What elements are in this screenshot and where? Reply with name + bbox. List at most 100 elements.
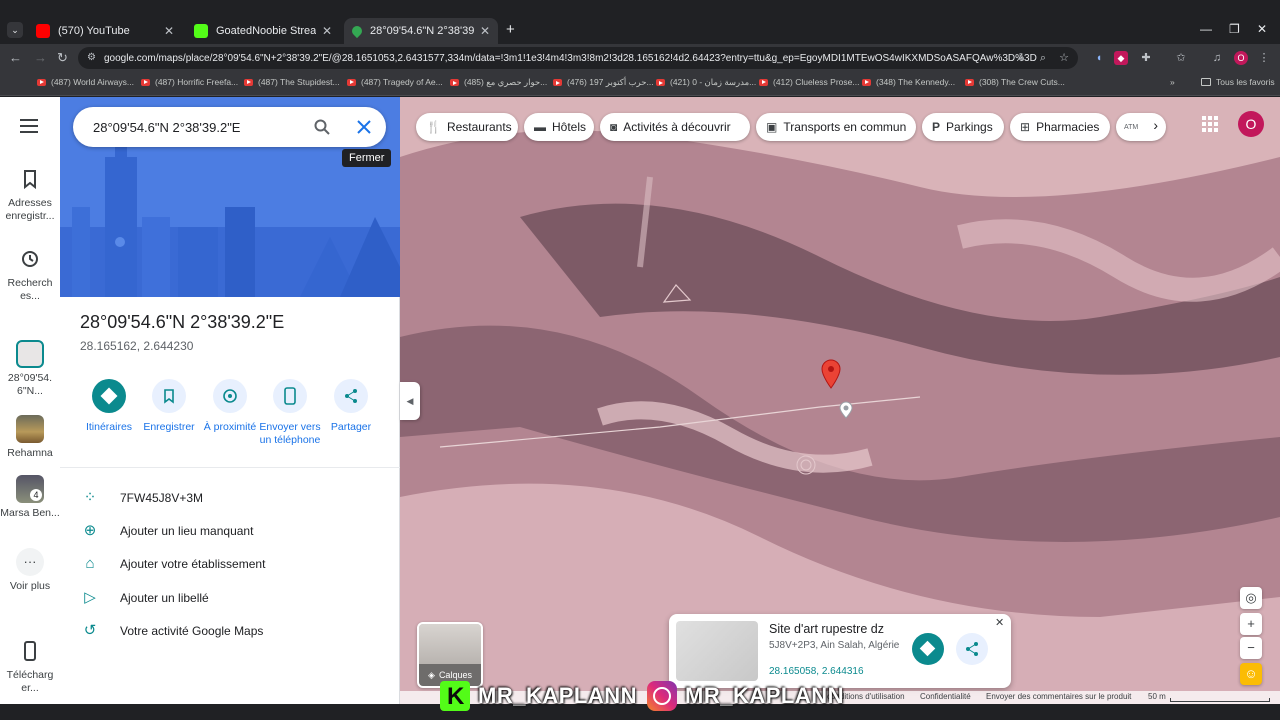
site-info-icon[interactable]: ⚙ bbox=[87, 52, 96, 63]
zoom-out-icon[interactable]: − bbox=[1240, 637, 1262, 659]
poi-marker-icon[interactable] bbox=[838, 401, 854, 419]
profile-avatar[interactable]: O bbox=[1234, 51, 1248, 65]
close-window-icon[interactable]: ✕ bbox=[1257, 22, 1267, 36]
rail-recent[interactable]: Recherch es... bbox=[0, 245, 60, 303]
share-button[interactable]: Partager bbox=[319, 379, 383, 434]
chip-label: Activités à découvrir bbox=[623, 120, 731, 134]
media-icon[interactable]: ♫ bbox=[1210, 51, 1224, 65]
parking-icon: P bbox=[932, 120, 941, 134]
rail-recent-place-1[interactable]: 28°09'54. 6"N... bbox=[0, 340, 60, 398]
forward-icon[interactable]: → bbox=[34, 50, 47, 65]
address-bar[interactable]: ⚙ google.com/maps/place/28°09'54.6"N+2°3… bbox=[78, 47, 1078, 69]
apps-grid-icon[interactable] bbox=[1202, 116, 1218, 132]
my-location-icon[interactable]: ◎ bbox=[1240, 587, 1262, 609]
satellite-map[interactable]: 🍴 Restaurants ▬ Hôtels ◙ Activités à découv… bbox=[400, 97, 1280, 704]
place-coordinates: 28.165162, 2.644230 bbox=[80, 339, 194, 353]
youtube-icon bbox=[37, 78, 46, 86]
card-title: Site d'art rupestre dz bbox=[769, 622, 884, 636]
bookmark-item[interactable]: (487) The Stupidest... bbox=[244, 77, 340, 87]
reload-icon[interactable]: ↻ bbox=[57, 50, 68, 66]
bookmark-label: (487) World Airways... bbox=[51, 77, 134, 87]
bookmark-item[interactable]: (485) حوار حصري مع... bbox=[450, 77, 547, 88]
extensions-puzzle-icon[interactable]: ✚ bbox=[1139, 51, 1153, 65]
tab-youtube[interactable]: (570) YouTube ✕ bbox=[28, 18, 182, 44]
bookmark-item[interactable]: (476) حرب أكتوبر 197... bbox=[553, 77, 654, 88]
bookmark-item[interactable]: (412) Clueless Prose... bbox=[759, 77, 859, 87]
all-bookmarks[interactable]: Tous les favoris bbox=[1201, 77, 1275, 87]
account-avatar[interactable]: O bbox=[1238, 111, 1264, 137]
chip-restaurants[interactable]: 🍴 Restaurants bbox=[416, 113, 518, 141]
streamer-overlay: K MR_KAPLANN MR_KAPLANN bbox=[440, 676, 844, 716]
install-app-icon[interactable]: ⇩ bbox=[1014, 51, 1028, 65]
close-icon[interactable] bbox=[356, 119, 372, 135]
close-icon[interactable]: ✕ bbox=[995, 616, 1004, 629]
close-icon[interactable]: ✕ bbox=[322, 24, 332, 38]
tab-kick[interactable]: GoatedNoobie Stream - Watch ✕ bbox=[186, 18, 340, 44]
directions-button[interactable]: Itinéraires bbox=[77, 379, 141, 434]
new-tab-icon[interactable]: + bbox=[506, 21, 515, 38]
tab-google-maps[interactable]: 28°09'54.6"N 2°38'39.2"E - Goo ✕ bbox=[344, 18, 498, 44]
action-label: Partager bbox=[330, 421, 372, 433]
back-icon[interactable]: ← bbox=[9, 50, 22, 65]
menu-icon[interactable] bbox=[20, 119, 38, 133]
save-button[interactable]: Enregistrer bbox=[137, 379, 201, 434]
privacy-link[interactable]: Confidentialité bbox=[920, 692, 971, 701]
place-thumbnail bbox=[676, 621, 758, 681]
chip-pharmacies[interactable]: ⊞ Pharmacies bbox=[1010, 113, 1110, 141]
nearby-button[interactable]: À proximité bbox=[198, 379, 262, 434]
plus-code-row[interactable]: ⁘ 7FW45J8V+3M bbox=[80, 488, 380, 508]
bookmark-item[interactable]: (487) Tragedy of Ae... bbox=[347, 77, 443, 87]
close-tooltip: Fermer bbox=[342, 149, 392, 167]
bookmarks-bar: (487) World Airways... (487) Horrific Fr… bbox=[0, 72, 1280, 96]
location-pin-icon[interactable] bbox=[820, 359, 842, 389]
feedback-link[interactable]: Envoyer des commentaires sur le produit bbox=[986, 692, 1131, 701]
rail-recent-place-3[interactable]: 4 Marsa Ben... bbox=[0, 475, 60, 520]
search-box[interactable]: 28°09'54.6"N 2°38'39.2"E bbox=[73, 107, 386, 147]
chip-hotels[interactable]: ▬ Hôtels bbox=[524, 113, 594, 141]
send-to-phone-button[interactable]: Envoyer vers un téléphone bbox=[258, 379, 322, 447]
add-missing-place-row[interactable]: ⊕ Ajouter un lieu manquant bbox=[80, 521, 380, 541]
extension-icon[interactable]: ◖ bbox=[1092, 51, 1106, 65]
bookmark-item[interactable]: (421) مدرسة زمان - 0... bbox=[656, 77, 756, 88]
pegman-icon[interactable]: ☺ bbox=[1240, 663, 1262, 685]
maps-activity-row[interactable]: ↺ Votre activité Google Maps bbox=[80, 621, 380, 641]
bookmark-item[interactable]: (308) The Crew Cuts... bbox=[965, 77, 1065, 87]
rail-recent-place-2[interactable]: Rehamna bbox=[0, 415, 60, 460]
bookmark-manager-icon[interactable]: ✩ bbox=[1174, 51, 1188, 65]
youtube-icon bbox=[553, 79, 562, 86]
chip-parking[interactable]: P Parkings bbox=[922, 113, 1004, 141]
add-label-row[interactable]: ▷ Ajouter un libellé bbox=[80, 588, 380, 608]
search-icon[interactable] bbox=[313, 118, 331, 136]
tab-search-icon[interactable]: ⌄ bbox=[7, 22, 23, 38]
maximize-icon[interactable]: ❐ bbox=[1229, 22, 1240, 36]
collapse-panel-button[interactable]: ◀ bbox=[400, 382, 420, 420]
rail-download[interactable]: Télécharg er... bbox=[0, 637, 60, 695]
row-label: Ajouter un lieu manquant bbox=[120, 524, 254, 538]
bookmark-label: (348) The Kennedy... bbox=[876, 77, 956, 87]
star-icon[interactable]: ☆ bbox=[1057, 51, 1071, 65]
chip-more[interactable]: ATM › bbox=[1116, 113, 1166, 141]
minimize-icon[interactable]: — bbox=[1200, 22, 1212, 36]
bookmarks-overflow-icon[interactable]: » bbox=[1170, 77, 1175, 87]
instagram-username: MR_KAPLANN bbox=[685, 683, 844, 708]
chevron-right-icon[interactable]: › bbox=[1153, 117, 1158, 133]
zoom-icon[interactable]: ⌕ bbox=[1036, 51, 1050, 65]
bookmark-item[interactable]: (487) World Airways... bbox=[37, 77, 134, 87]
kick-icon bbox=[194, 24, 208, 38]
rail-saved[interactable]: Adresses enregistr... bbox=[0, 165, 60, 223]
close-icon[interactable]: ✕ bbox=[164, 24, 174, 38]
share-icon[interactable] bbox=[956, 633, 988, 665]
rail-download-label: Télécharg er... bbox=[6, 669, 54, 694]
rail-more[interactable]: ··· Voir plus bbox=[0, 548, 60, 593]
add-business-row[interactable]: ⌂ Ajouter votre établissement bbox=[80, 554, 380, 574]
chip-transit[interactable]: ▣ Transports en commun bbox=[756, 113, 916, 141]
zoom-in-icon[interactable]: + bbox=[1240, 613, 1262, 635]
directions-icon[interactable] bbox=[912, 633, 944, 665]
search-input[interactable]: 28°09'54.6"N 2°38'39.2"E bbox=[93, 120, 240, 135]
bookmark-item[interactable]: (487) Horrific Freefa... bbox=[141, 77, 238, 87]
menu-icon[interactable]: ⋮ bbox=[1257, 51, 1271, 65]
chip-activities[interactable]: ◙ Activités à découvrir bbox=[600, 113, 750, 141]
bookmark-item[interactable]: (348) The Kennedy... bbox=[862, 77, 955, 87]
close-icon[interactable]: ✕ bbox=[480, 24, 490, 38]
extension-shield-icon[interactable]: ◆ bbox=[1114, 51, 1128, 65]
